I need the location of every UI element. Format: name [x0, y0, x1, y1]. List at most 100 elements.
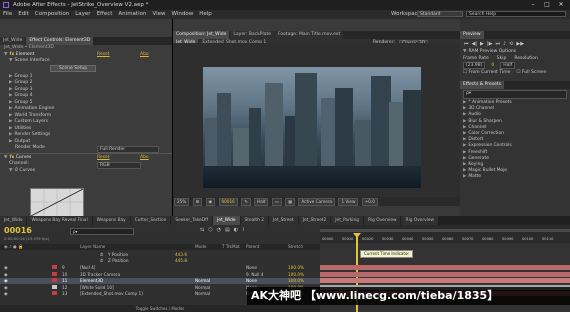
- position-row-value[interactable]: 445.8: [175, 258, 187, 264]
- timeline-tab[interactable]: Cutter_Section: [130, 216, 171, 225]
- prev-frame-icon[interactable]: ◀|: [472, 41, 478, 47]
- scene-setup-button[interactable]: Scene Setup: [50, 64, 97, 72]
- tab-effect-controls[interactable]: Effect Controls: Element3D: [26, 37, 94, 45]
- timeline-tab[interactable]: Jet_Street: [268, 216, 298, 225]
- ram-preview-icon[interactable]: ▶▶: [516, 41, 524, 47]
- menu-file[interactable]: File: [0, 10, 15, 19]
- timeline-tab[interactable]: Jet_Wide: [0, 216, 27, 225]
- menu-composition[interactable]: Composition: [32, 10, 72, 19]
- menu-edit[interactable]: Edit: [15, 10, 32, 19]
- show-snapshot-icon[interactable]: ✎: [241, 198, 251, 206]
- menu-window[interactable]: Window: [169, 10, 197, 19]
- workspace-dropdown[interactable]: Standard: [417, 11, 463, 17]
- effects-category-matte[interactable]: ▶ Matte: [460, 174, 570, 180]
- timeline-tab[interactable]: Stealth 2: [240, 216, 268, 225]
- curves-row[interactable]: ▼ ⏱ Curves: [0, 168, 172, 175]
- layer-stretch[interactable]: 100.0%: [288, 278, 304, 284]
- exposure-value[interactable]: +0.0: [361, 198, 378, 206]
- play-icon[interactable]: ▶: [480, 41, 484, 47]
- frame-rate-dropdown[interactable]: (23.98): [463, 62, 486, 69]
- comp-mini-flowchart-icon[interactable]: ⇆: [200, 227, 204, 233]
- draft-3d-icon[interactable]: ⬡: [208, 227, 212, 233]
- layer-name[interactable]: 3D Tracker Camera: [80, 272, 120, 278]
- layer-name[interactable]: [Null 4]: [80, 265, 95, 271]
- layer-parent[interactable]: None: [246, 265, 257, 271]
- last-frame-icon[interactable]: ⏭: [495, 41, 500, 47]
- visibility-icon[interactable]: ◉: [4, 291, 8, 297]
- track-bar[interactable]: [320, 271, 570, 277]
- motion-blur-icon[interactable]: ◐: [234, 227, 238, 233]
- col-trkmat[interactable]: T TrkMat: [222, 244, 240, 250]
- timeline-tab[interactable]: Seeker_TakeDff: [171, 216, 213, 225]
- timeline-tab[interactable]: Jet_Parking: [331, 216, 363, 225]
- resolution-dropdown-right[interactable]: Half: [500, 62, 516, 69]
- menu-view[interactable]: View: [149, 10, 168, 19]
- col-stretch[interactable]: Stretch: [288, 244, 303, 250]
- ram-preview-options[interactable]: ▼ RAM Preview Options: [460, 48, 570, 55]
- col-layer-name[interactable]: Layer Name: [80, 244, 105, 250]
- expand-triangle-icon[interactable]: ▼: [4, 52, 7, 57]
- viewer-timecode[interactable]: 00016: [218, 198, 238, 206]
- effects-search-input[interactable]: ρ▾: [463, 90, 567, 99]
- curves-graph[interactable]: [30, 188, 84, 217]
- transparency-grid-icon[interactable]: ▦: [285, 198, 296, 206]
- minimize-icon[interactable]: –: [528, 1, 538, 8]
- tab-composition[interactable]: Composition: Jet_Wide: [173, 31, 230, 39]
- next-frame-icon[interactable]: |▶: [487, 41, 493, 47]
- zoom-dropdown[interactable]: 25%: [174, 198, 190, 206]
- label-color-swatch[interactable]: [52, 278, 57, 282]
- effect-reset-link[interactable]: Reset: [97, 52, 110, 59]
- layer-mode[interactable]: Normal: [195, 278, 210, 284]
- toggle-switches-modes-button[interactable]: Toggle Switches / Modes: [0, 305, 320, 312]
- layer-stretch[interactable]: 100.0%: [288, 272, 304, 278]
- layer-parent[interactable]: 9. Null 4: [246, 272, 263, 278]
- camera-dropdown[interactable]: Active Camera: [298, 198, 336, 206]
- col-mode[interactable]: Mode: [195, 244, 206, 250]
- timeline-search-input[interactable]: ρ▾: [70, 228, 134, 235]
- expand-triangle-icon[interactable]: ▼: [4, 155, 7, 160]
- work-area-bar[interactable]: [320, 229, 570, 232]
- resolution-dropdown[interactable]: Half: [254, 198, 269, 206]
- tab-project[interactable]: Jet_Wide: [0, 37, 26, 45]
- tab-footage[interactable]: Footage: Main Title.mov.ext: [274, 31, 344, 39]
- tab-effects-presets[interactable]: Effects & Presets: [460, 81, 505, 89]
- fx-icon[interactable]: fx: [9, 52, 14, 57]
- shy-layers-icon[interactable]: ◔: [217, 227, 221, 233]
- visibility-icon[interactable]: ◉: [4, 272, 8, 278]
- maximize-icon[interactable]: □: [542, 1, 552, 8]
- grid-icon[interactable]: ⊞: [192, 198, 203, 206]
- first-frame-icon[interactable]: ⏮: [464, 41, 469, 47]
- layer-parent[interactable]: None: [246, 278, 257, 284]
- track-bar-selected[interactable]: [320, 278, 570, 283]
- layer-row[interactable]: ◉ 9 [Null 4] None 100.0%: [0, 265, 320, 271]
- timeline-tab[interactable]: Jet_Street2: [298, 216, 331, 225]
- camera-snapshot-icon[interactable]: ◉: [205, 198, 216, 206]
- audio-icon[interactable]: ♪: [503, 41, 506, 47]
- tab-layer[interactable]: Layer: BackPlate: [230, 31, 274, 39]
- menu-animation[interactable]: Animation: [115, 10, 149, 19]
- label-color-swatch[interactable]: [52, 271, 57, 276]
- menu-layer[interactable]: Layer: [72, 10, 93, 19]
- tab-preview[interactable]: Preview: [460, 31, 484, 39]
- current-time-indicator-head-icon[interactable]: [353, 233, 361, 238]
- close-icon[interactable]: ✕: [556, 1, 566, 8]
- view-layout-dropdown[interactable]: 1 View: [338, 198, 359, 206]
- timeline-tab[interactable]: Rig Overview: [363, 216, 401, 225]
- loop-icon[interactable]: ⟲: [509, 41, 513, 47]
- timeline-tab[interactable]: Weapons Bay Reveal Final: [27, 216, 92, 225]
- full-screen-checkbox[interactable]: ☐ Full Screen: [516, 69, 546, 76]
- layer-name[interactable]: Element3D: [80, 278, 103, 284]
- channel-dropdown[interactable]: RGB: [97, 161, 141, 169]
- layer-mode[interactable]: Normal: [195, 291, 210, 297]
- timeline-timecode[interactable]: 00016: [4, 226, 32, 235]
- layer-mode[interactable]: Normal: [195, 285, 210, 291]
- col-parent[interactable]: Parent: [246, 244, 259, 250]
- visibility-icon[interactable]: ◉: [4, 265, 8, 271]
- menu-help[interactable]: Help: [196, 10, 215, 19]
- skip-value[interactable]: 0: [491, 62, 494, 69]
- layer-name[interactable]: [White Solid 10]: [80, 285, 114, 291]
- timeline-tab[interactable]: Weapons Bay: [92, 216, 130, 225]
- from-current-time-checkbox[interactable]: ☐ From Current Time: [463, 69, 510, 76]
- track-bar[interactable]: [320, 265, 570, 270]
- frame-blending-icon[interactable]: ▤: [225, 227, 230, 233]
